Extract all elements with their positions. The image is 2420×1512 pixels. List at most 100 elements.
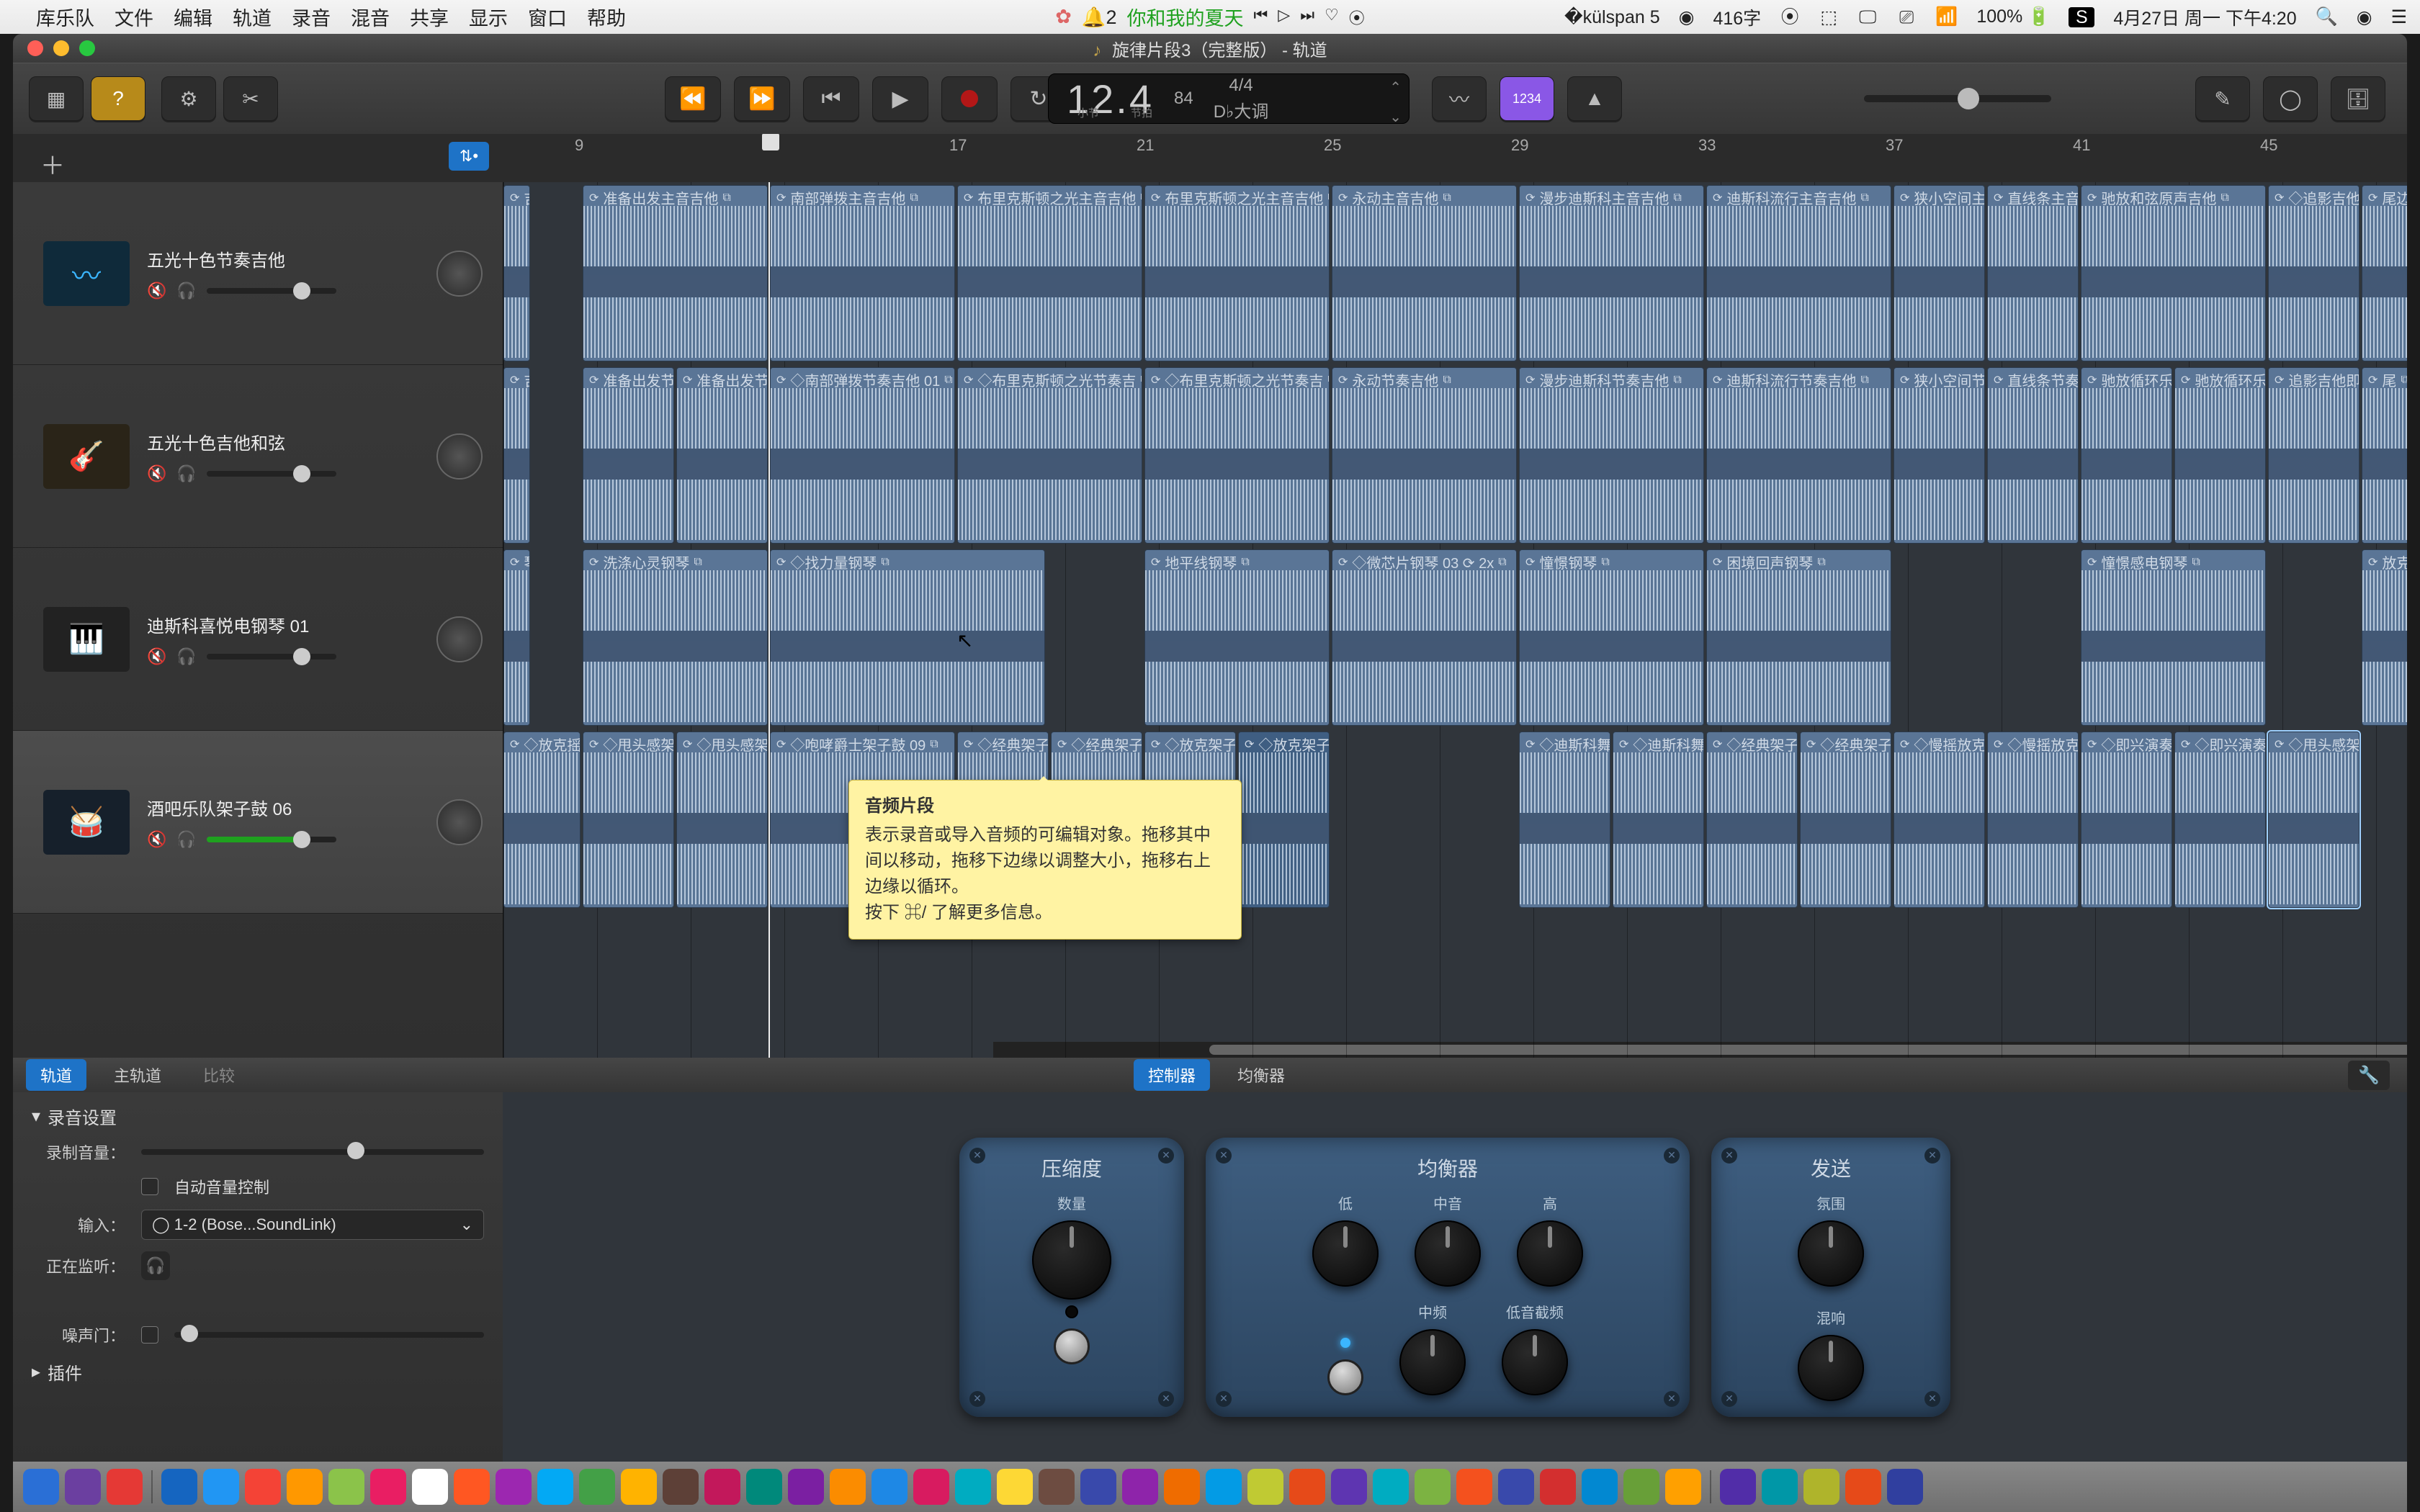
player-play-icon[interactable]: ▷ bbox=[1278, 6, 1290, 29]
arrange-grid[interactable]: ⟳吉他 ⧉⟳准备出发主音吉他 ⧉⟳南部弹拨主音吉他 ⧉⟳布里克斯顿之光主音吉他 … bbox=[503, 182, 2407, 1058]
audio-region[interactable]: ⟳地平线钢琴 ⧉ bbox=[1144, 549, 1330, 726]
master-volume-slider[interactable] bbox=[1864, 95, 2051, 102]
audio-region[interactable]: ⟳尾边 ⧉ bbox=[2362, 185, 2407, 361]
loop-browser-button[interactable]: ◯ bbox=[2263, 76, 2318, 121]
dock-app-icon[interactable] bbox=[370, 1469, 406, 1505]
dock-app-icon[interactable] bbox=[287, 1469, 323, 1505]
headphone-button[interactable]: 🎧 bbox=[176, 282, 196, 300]
tab-compare[interactable]: 比较 bbox=[189, 1059, 249, 1091]
dock-app-icon[interactable] bbox=[1247, 1469, 1283, 1505]
lcd-up-stepper[interactable]: ⌃ bbox=[1389, 78, 1402, 96]
dock-app-icon[interactable] bbox=[1720, 1469, 1756, 1505]
audio-region[interactable]: ⟳狭小空间主 ⧉ bbox=[1894, 185, 1985, 361]
flower-icon[interactable]: ✿ bbox=[1055, 6, 1072, 28]
tab-master[interactable]: 主轨道 bbox=[99, 1059, 176, 1091]
menu-track[interactable]: 轨道 bbox=[233, 3, 272, 31]
auto-level-checkbox[interactable] bbox=[141, 1178, 158, 1195]
audio-region[interactable]: ⟳放克 ⧉ bbox=[2362, 549, 2407, 726]
player-heart-icon[interactable]: ♡ bbox=[1325, 6, 1339, 29]
mute-button[interactable]: 🔇 bbox=[147, 830, 166, 849]
gate-checkbox[interactable] bbox=[141, 1326, 158, 1344]
audio-region[interactable]: ⟳◇经典架子 ⧉ bbox=[1800, 732, 1891, 908]
mute-button[interactable]: 🔇 bbox=[147, 282, 166, 300]
audio-region[interactable]: ⟳◇南部弹拨节奏吉他 01 ⧉ bbox=[770, 367, 955, 544]
track-pan-knob[interactable] bbox=[436, 616, 483, 662]
status-icon-2[interactable]: ⬚ bbox=[1819, 7, 1839, 27]
dock-app-icon[interactable] bbox=[65, 1469, 101, 1505]
menu-share[interactable]: 共享 bbox=[410, 3, 449, 31]
dock-app-icon[interactable] bbox=[496, 1469, 532, 1505]
count-in-button[interactable]: 1234 bbox=[1500, 76, 1554, 121]
audio-region[interactable]: ⟳布里克斯顿之光主音吉他 ⧉ bbox=[1144, 185, 1330, 361]
lcd-down-stepper[interactable]: ⌄ bbox=[1389, 108, 1402, 126]
dock-app-icon[interactable] bbox=[412, 1469, 448, 1505]
dock-app-icon[interactable] bbox=[245, 1469, 281, 1505]
audio-region[interactable]: ⟳驰放循环乐 ⧉ bbox=[2081, 367, 2172, 544]
status-icon-3[interactable]: 🖵 bbox=[1857, 7, 1878, 27]
play-button[interactable]: ▶ bbox=[872, 76, 928, 121]
audio-region[interactable]: ⟳◇迪斯科舞 ⧉ bbox=[1613, 732, 1704, 908]
now-playing-title[interactable]: 你和我的夏天 bbox=[1126, 3, 1243, 31]
menu-record[interactable]: 录音 bbox=[292, 3, 331, 31]
rewind-button[interactable]: ⏪ bbox=[665, 76, 721, 121]
audio-region[interactable]: ⟳◇追影吉他 ⧉ bbox=[2268, 185, 2360, 361]
audio-region[interactable]: ⟳驰放循环乐 ⧉ bbox=[2174, 367, 2266, 544]
audio-region[interactable]: ⟳◇微芯片钢琴 03 ⟳ 2x ⧉ bbox=[1332, 549, 1517, 726]
status-icon-1[interactable]: ⦿ bbox=[1780, 7, 1800, 27]
dock-app-icon[interactable] bbox=[454, 1469, 490, 1505]
dock-app-icon[interactable] bbox=[1456, 1469, 1492, 1505]
window-close-button[interactable] bbox=[27, 40, 43, 56]
dock-app-icon[interactable] bbox=[1373, 1469, 1409, 1505]
metronome-button[interactable]: ▲ bbox=[1567, 76, 1622, 121]
dock-app-icon[interactable] bbox=[161, 1469, 197, 1505]
eq-low-knob[interactable] bbox=[1312, 1220, 1379, 1287]
dock-app-icon[interactable] bbox=[746, 1469, 782, 1505]
menu-file[interactable]: 文件 bbox=[115, 3, 153, 31]
forward-button[interactable]: ⏩ bbox=[734, 76, 790, 121]
dock-app-icon[interactable] bbox=[1206, 1469, 1242, 1505]
rec-level-slider[interactable] bbox=[141, 1149, 484, 1155]
dock-app-icon[interactable] bbox=[704, 1469, 740, 1505]
menu-mix[interactable]: 混音 bbox=[351, 3, 390, 31]
dock-app-icon[interactable] bbox=[997, 1469, 1033, 1505]
dock-app-icon[interactable] bbox=[1498, 1469, 1534, 1505]
dock-app-icon[interactable] bbox=[1845, 1469, 1881, 1505]
lcd-display[interactable]: 12.4 84 4/4 D♭大调 ⌃⌄ 小节 节拍 bbox=[1048, 73, 1410, 124]
dock-app-icon[interactable] bbox=[1540, 1469, 1576, 1505]
dock-app-icon[interactable] bbox=[328, 1469, 364, 1505]
menu-window[interactable]: 窗口 bbox=[528, 3, 567, 31]
audio-region[interactable]: ⟳追影吉他即 ⧉ bbox=[2268, 367, 2360, 544]
menu-edit[interactable]: 编辑 bbox=[174, 3, 212, 31]
dock-app-icon[interactable] bbox=[1080, 1469, 1116, 1505]
notification-center-icon[interactable]: ☰ bbox=[2391, 6, 2407, 28]
player-lyrics-icon[interactable]: ⦿ bbox=[1349, 6, 1365, 29]
audio-region[interactable]: ⟳◇甩头感架 ⧉ bbox=[2268, 732, 2360, 908]
audio-region[interactable]: ⟳琴 ⧉ bbox=[503, 549, 530, 726]
record-button[interactable] bbox=[941, 76, 998, 121]
scroll-thumb[interactable] bbox=[1209, 1045, 2407, 1055]
siri-icon[interactable]: ◉ bbox=[2357, 6, 2372, 28]
editors-button[interactable]: ✂ bbox=[223, 76, 278, 121]
dock-app-icon[interactable] bbox=[107, 1469, 143, 1505]
media-browser-button[interactable]: 🗄 bbox=[2331, 76, 2385, 121]
comp-bypass-toggle[interactable] bbox=[1054, 1328, 1090, 1364]
audio-region[interactable]: ⟳直线条节奏 ⧉ bbox=[1987, 367, 2079, 544]
audio-region[interactable]: ⟳◇迪斯科舞 ⧉ bbox=[1519, 732, 1610, 908]
mute-button[interactable]: 🔇 bbox=[147, 464, 166, 483]
track-volume-slider[interactable] bbox=[207, 288, 336, 294]
eq-midfreq-knob[interactable] bbox=[1399, 1329, 1466, 1395]
menu-view[interactable]: 显示 bbox=[469, 3, 508, 31]
headphone-button[interactable]: 🎧 bbox=[176, 647, 196, 666]
dock-app-icon[interactable] bbox=[1582, 1469, 1618, 1505]
eq-bypass-toggle[interactable] bbox=[1327, 1359, 1363, 1395]
playhead-line[interactable] bbox=[768, 182, 770, 1058]
eq-high-knob[interactable] bbox=[1517, 1220, 1583, 1287]
wifi-icon[interactable]: 📶 bbox=[1935, 6, 1958, 27]
menu-app[interactable]: 库乐队 bbox=[36, 3, 94, 31]
dock-app-icon[interactable] bbox=[788, 1469, 824, 1505]
dock-app-icon[interactable] bbox=[1122, 1469, 1158, 1505]
player-next-icon[interactable]: ⏭ bbox=[1300, 6, 1314, 29]
dock-app-icon[interactable] bbox=[1164, 1469, 1200, 1505]
comp-amount-knob[interactable] bbox=[1032, 1220, 1111, 1300]
dock-app-icon[interactable] bbox=[871, 1469, 908, 1505]
